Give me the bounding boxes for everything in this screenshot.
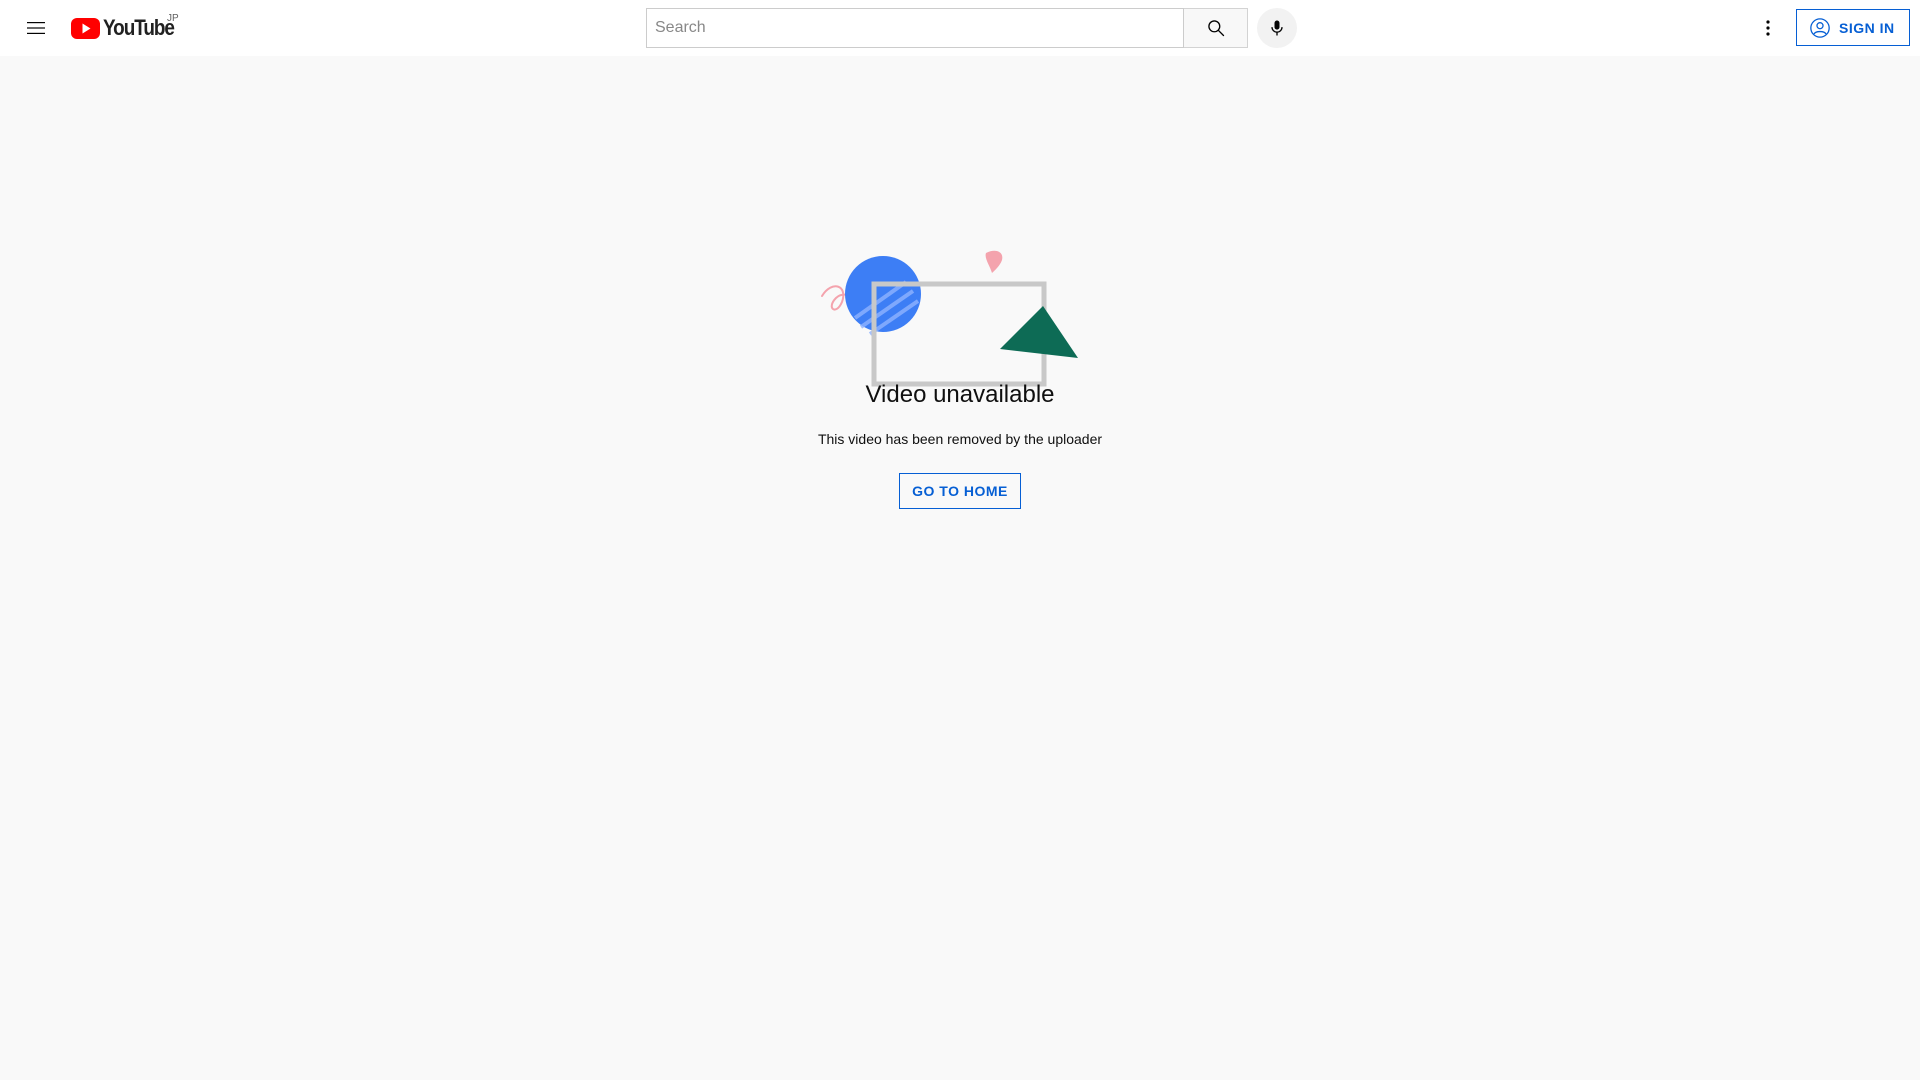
video-unavailable-illustration xyxy=(821,250,1078,387)
search-icon xyxy=(1207,20,1224,37)
microphone-icon xyxy=(1271,20,1283,36)
settings-more-button[interactable] xyxy=(1748,8,1788,48)
go-to-home-button[interactable]: GO TO HOME xyxy=(899,473,1021,509)
search-box xyxy=(646,8,1184,48)
sign-in-label: SIGN IN xyxy=(1839,19,1895,36)
main-content: Video unavailable This video has been re… xyxy=(0,56,1920,1080)
more-vertical-icon xyxy=(1766,20,1770,36)
pink-petal-shape xyxy=(985,250,1003,273)
menu-button[interactable] xyxy=(16,8,56,48)
sign-in-button[interactable]: SIGN IN xyxy=(1796,9,1910,46)
search-input[interactable] xyxy=(647,19,1183,37)
youtube-play-icon xyxy=(71,17,100,39)
country-code: JP xyxy=(167,13,179,24)
voice-search-button[interactable] xyxy=(1257,8,1297,48)
account-circle-icon xyxy=(1809,17,1831,39)
error-message: This video has been removed by the uploa… xyxy=(817,431,1103,447)
hamburger-menu-icon xyxy=(27,22,45,34)
green-triangle-shape xyxy=(1000,306,1078,358)
logo-wordmark: YouTube xyxy=(103,15,175,40)
search-button[interactable] xyxy=(1184,8,1248,48)
masthead: YouTube JP SIGN IN xyxy=(0,0,1920,56)
error-title: Video unavailable xyxy=(865,381,1055,408)
